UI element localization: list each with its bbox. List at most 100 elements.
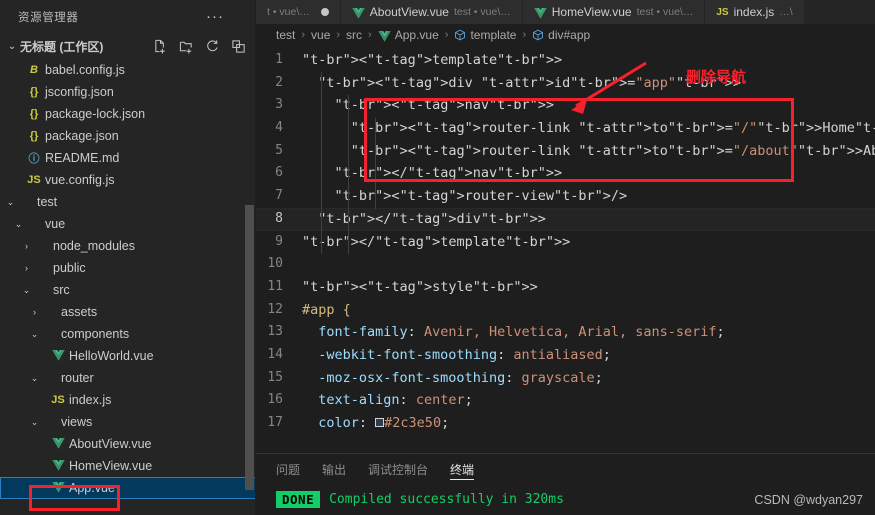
file-tree-item[interactable]: JS vue.config.js [0, 169, 256, 191]
chevron-down-icon[interactable]: ⌄ [12, 219, 25, 230]
file-tree-item[interactable]: › public [0, 257, 256, 279]
code-line-text[interactable]: "t-br"><"t-tag">template"t-br">> [302, 49, 562, 72]
panel-tab[interactable]: 调试控制台 [368, 454, 428, 484]
code-line-text[interactable]: text-align: center; [302, 389, 472, 412]
sidebar-scrollbar[interactable] [245, 205, 254, 490]
breadcrumb-item[interactable]: vue [311, 28, 330, 42]
file-tree-item[interactable]: ⓘ README.md [0, 147, 256, 169]
file-tree[interactable]: Bbabel.config.js {} jsconfig.json {} package… [0, 59, 256, 515]
file-tree-item[interactable]: ⌄ vue [0, 213, 256, 235]
code-line[interactable]: 14 -webkit-font-smoothing: antialiased; [256, 344, 875, 367]
code-line[interactable]: 2 "t-br"><"t-tag">div "t-attr">id"t-br">… [256, 72, 875, 95]
code-line[interactable]: 12 #app { [256, 299, 875, 322]
file-tree-item[interactable]: {} package.json [0, 125, 256, 147]
code-line-text[interactable]: "t-br"></"t-tag">nav"t-br">> [302, 162, 563, 185]
chevron-down-icon[interactable]: ⌄ [4, 41, 20, 52]
editor-area: t • vue\… AboutView.vue test • vue\… HomeVi… [256, 0, 875, 515]
chevron-down-icon[interactable]: ⌄ [28, 417, 41, 428]
chevron-down-icon[interactable]: ⌄ [28, 373, 41, 384]
line-number: 3 [275, 97, 283, 113]
code-line[interactable]: 13 font-family: Avenir, Helvetica, Arial… [256, 321, 875, 344]
chevron-right-icon[interactable]: › [28, 307, 41, 317]
code-line-text[interactable]: -webkit-font-smoothing: antialiased; [302, 344, 611, 367]
file-tree-item[interactable]: HomeView.vue [0, 455, 256, 477]
panel-tab[interactable]: 问题 [276, 454, 300, 484]
new-folder-icon[interactable] [176, 36, 196, 56]
unsaved-indicator-icon[interactable] [320, 8, 329, 16]
more-actions-icon[interactable]: ··· [206, 9, 246, 24]
js-file-icon: JS [27, 174, 41, 186]
breadcrumb-item[interactable]: test [276, 28, 295, 42]
file-tree-item[interactable]: ⌄ src [0, 279, 256, 301]
code-line-text[interactable]: font-family: Avenir, Helvetica, Arial, s… [302, 321, 724, 344]
code-line-text[interactable]: "t-br"><"t-tag">router-view"t-br">/> [302, 185, 628, 208]
file-tree-item[interactable]: {} jsconfig.json [0, 81, 256, 103]
panel-tab[interactable]: 终端 [450, 454, 475, 484]
code-line[interactable]: 16 text-align: center; [256, 389, 875, 412]
line-number: 15 [267, 369, 283, 385]
panel-tab-bar[interactable]: 问题 输出 调试控制台 终端 [256, 454, 875, 484]
code-line-text[interactable]: "t-br"><"t-tag">div "t-attr">id"t-br">="… [302, 72, 741, 95]
file-tree-item[interactable]: ⌄ test [0, 191, 256, 213]
code-line-text[interactable]: #app { [302, 299, 351, 322]
editor-tab[interactable]: JS index.js …\ [705, 0, 805, 24]
file-tree-item[interactable]: Bbabel.config.js [0, 59, 256, 81]
chevron-down-icon[interactable]: ⌄ [28, 329, 41, 340]
refresh-icon[interactable] [202, 36, 222, 56]
breadcrumb[interactable]: test › vue › src › App.vue › template › div#app [256, 24, 875, 46]
line-number: 2 [275, 74, 283, 90]
code-line[interactable]: 1 "t-br"><"t-tag">template"t-br">> [256, 49, 875, 72]
code-line-text[interactable]: "t-br"><"t-tag">style"t-br">> [302, 276, 538, 299]
new-file-icon[interactable] [150, 36, 170, 56]
editor-tab[interactable]: t • vue\… [256, 0, 341, 24]
code-line-text[interactable]: "t-br"></"t-tag">template"t-br">> [302, 231, 570, 254]
collapse-all-icon[interactable] [228, 36, 248, 56]
chevron-right-icon[interactable]: › [20, 241, 33, 251]
chevron-down-icon[interactable]: ⌄ [20, 285, 33, 296]
file-tree-item[interactable]: AboutView.vue [0, 433, 256, 455]
editor-tab-bar[interactable]: t • vue\… AboutView.vue test • vue\… HomeVi… [256, 0, 875, 24]
code-line-text[interactable]: "t-br"><"t-tag">nav"t-br">> [302, 94, 555, 117]
code-line-text[interactable]: -moz-osx-font-smoothing: grayscale; [302, 367, 603, 390]
breadcrumb-item[interactable]: App.vue [377, 28, 439, 42]
panel-tab[interactable]: 输出 [322, 454, 346, 484]
line-number: 14 [267, 346, 283, 362]
file-tree-item[interactable]: ⌄ views [0, 411, 256, 433]
file-tree-item-label: assets [61, 305, 98, 319]
code-line[interactable]: 11 "t-br"><"t-tag">style"t-br">> [256, 276, 875, 299]
file-tree-item[interactable]: ⌄ router [0, 367, 256, 389]
editor-tab[interactable]: HomeView.vue test • vue\… [522, 0, 706, 24]
color-swatch[interactable] [375, 418, 385, 427]
code-line-text[interactable] [302, 253, 310, 276]
file-tree-item[interactable]: HelloWorld.vue [0, 345, 256, 367]
workspace-section-header[interactable]: ⌄ 无标题 (工作区) [0, 33, 256, 59]
code-line-text[interactable]: "t-br"></"t-tag">div"t-br">> [302, 208, 546, 231]
code-editor[interactable]: 1 "t-br"><"t-tag">template"t-br">> 2 "t-br… [256, 46, 875, 453]
code-line-text[interactable]: "t-br"><"t-tag">router-link "t-attr">to"… [302, 117, 875, 140]
babel-file-icon: B [30, 64, 38, 76]
editor-tab[interactable]: AboutView.vue test • vue\… [340, 0, 523, 24]
file-tree-item-label: vue.config.js [45, 173, 115, 187]
indent-guide [348, 95, 349, 254]
code-line[interactable]: 15 -moz-osx-font-smoothing: grayscale; [256, 367, 875, 390]
json-file-icon: {} [29, 130, 39, 142]
code-line[interactable]: 10 [256, 253, 875, 276]
file-tree-item[interactable]: › assets [0, 301, 256, 323]
file-tree-item-selected[interactable]: App.vue [0, 477, 256, 499]
chevron-right-icon[interactable]: › [20, 263, 33, 273]
vue-file-icon [377, 30, 391, 42]
file-tree-item-label: views [61, 415, 93, 429]
file-tree-item-label: components [61, 327, 130, 341]
file-tree-item-label: HelloWorld.vue [69, 349, 154, 363]
chevron-down-icon[interactable]: ⌄ [4, 197, 17, 208]
breadcrumb-item[interactable]: div#app [532, 28, 590, 42]
breadcrumb-item[interactable]: src [346, 28, 362, 42]
file-tree-item[interactable]: › node_modules [0, 235, 256, 257]
file-tree-item[interactable]: ⌄ components [0, 323, 256, 345]
code-line-text[interactable]: color: #2c3e50; [302, 412, 449, 435]
code-line-text[interactable]: "t-br"><"t-tag">router-link "t-attr">to"… [302, 140, 875, 163]
code-line[interactable]: 17 color: #2c3e50; [256, 412, 875, 435]
file-tree-item[interactable]: JS index.js [0, 389, 256, 411]
breadcrumb-item[interactable]: template [454, 28, 516, 42]
file-tree-item[interactable]: {} package-lock.json [0, 103, 256, 125]
